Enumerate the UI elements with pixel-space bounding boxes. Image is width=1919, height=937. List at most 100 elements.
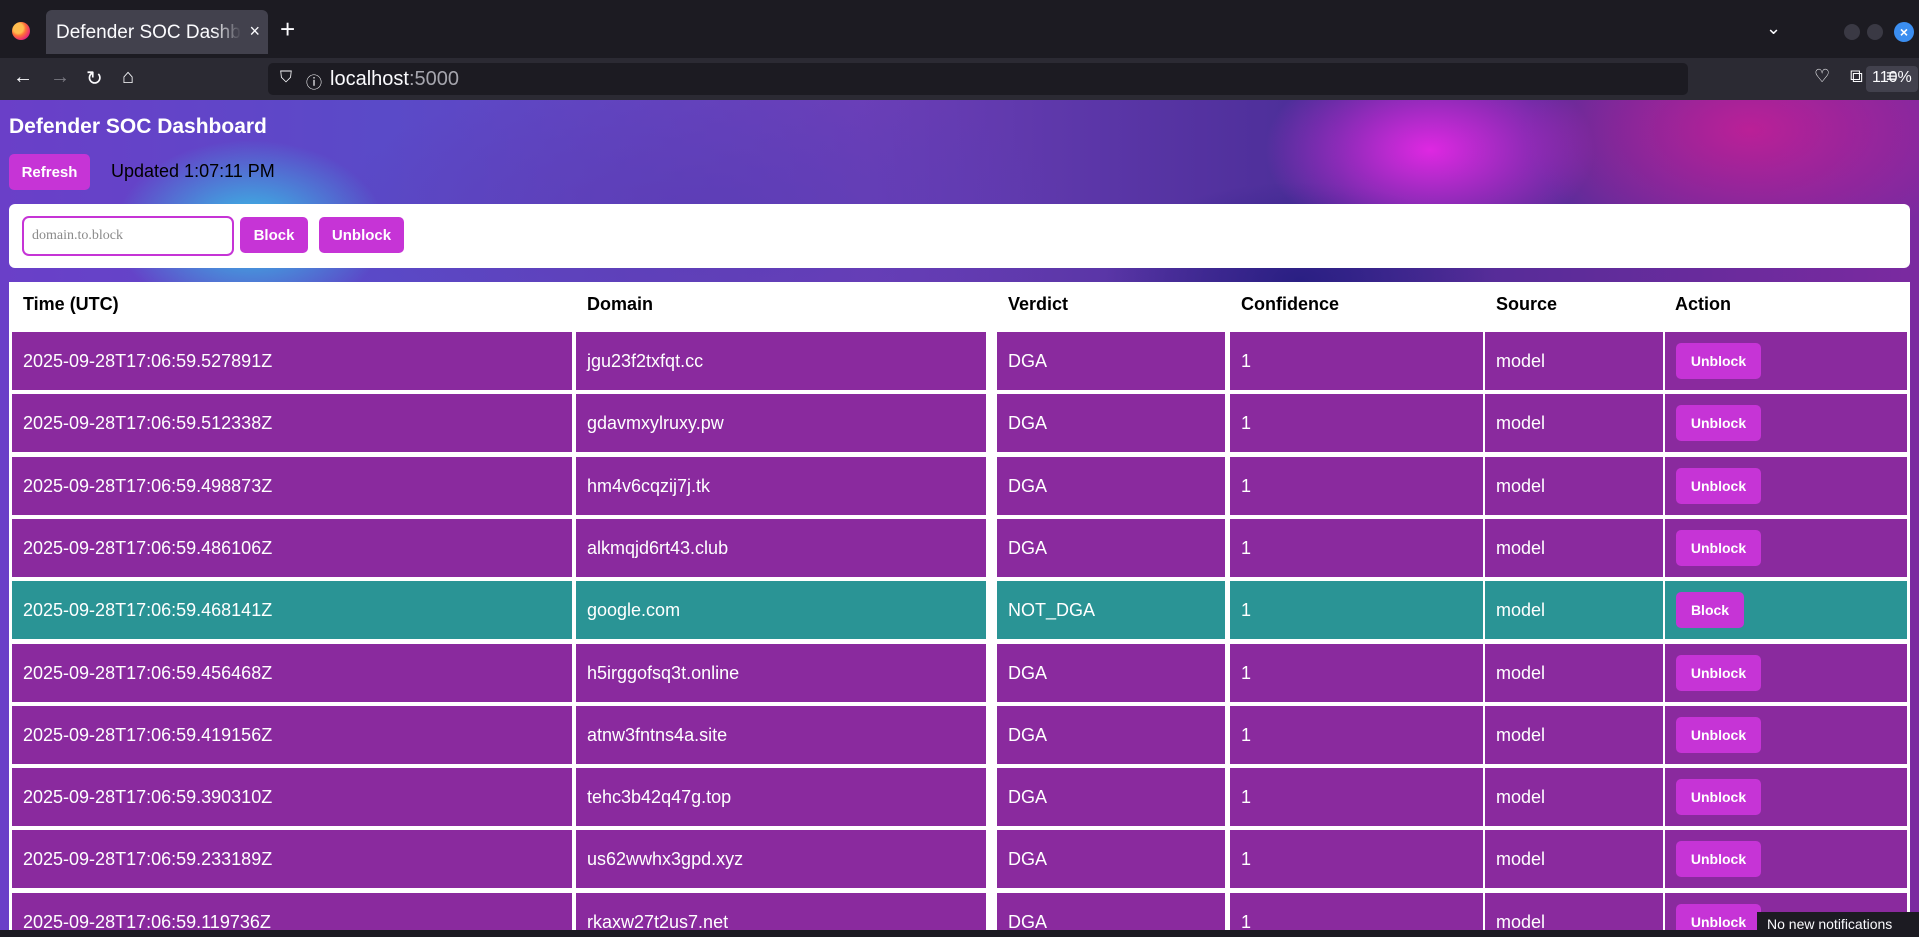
cell-time: 2025-09-28T17:06:59.456468Z [12,643,572,702]
app-menu-icon[interactable]: ≡ [1886,66,1897,87]
cell-time-text: 2025-09-28T17:06:59.119736Z [23,911,271,930]
cell-source: model [1485,643,1663,702]
cell-source: model [1485,518,1663,577]
row-unblock-button[interactable]: Unblock [1676,841,1761,878]
tab-close-icon[interactable]: × [249,21,260,42]
cell-domain-text: hm4v6cqzij7j.tk [587,475,711,496]
tracking-protection-shield-icon[interactable]: ⛉ [280,69,292,87]
cell-source: model [1485,581,1663,640]
minimize-window-icon[interactable] [1844,24,1860,40]
cell-time: 2025-09-28T17:06:59.498873Z [12,456,572,515]
unblock-button[interactable]: Unblock [319,217,404,253]
table-row: 2025-09-28T17:06:59.419156Z atnw3fntns4a.… [9,705,1910,764]
cell-source-text: model [1496,475,1546,496]
header-confidence: Confidence [1241,294,1340,314]
cell-action: Unblock [1665,705,1907,764]
cell-source-text: model [1496,911,1546,930]
browser-tab[interactable]: Defender SOC Dashboard × [46,10,268,54]
row-unblock-button[interactable]: Unblock [1676,529,1761,566]
cell-domain-text: h5irggofsq3t.online [587,662,740,683]
cell-source-text: model [1496,600,1546,621]
cell-domain: alkmqjd6rt43.club [576,518,986,577]
row-unblock-button[interactable]: Unblock [1676,467,1761,504]
list-all-tabs-icon[interactable]: ⌄ [1766,18,1781,39]
row-unblock-button[interactable]: Unblock [1676,903,1761,930]
table-row: 2025-09-28T17:06:59.456468Z h5irggofsq3t.… [9,643,1910,702]
close-window-icon[interactable]: × [1894,22,1914,42]
cell-time-text: 2025-09-28T17:06:59.456468Z [23,662,273,683]
cell-confidence: 1 [1230,456,1483,515]
cell-confidence-text: 1 [1241,724,1252,745]
cell-domain: tehc3b42q47g.top [576,768,986,827]
cell-confidence-text: 1 [1241,537,1252,558]
url-text[interactable]: localhost:5000 [330,68,459,91]
maximize-window-icon[interactable] [1867,24,1883,40]
cell-domain: gdavmxylruxy.pw [576,394,986,453]
cell-time: 2025-09-28T17:06:59.468141Z [12,581,572,640]
domain-input[interactable] [22,216,234,256]
header-domain: Domain [587,294,654,314]
row-unblock-button[interactable]: Unblock [1676,405,1761,442]
header-verdict: Verdict [1008,294,1069,314]
cell-source-text: model [1496,413,1546,434]
cell-confidence-text: 1 [1241,849,1252,870]
cell-time: 2025-09-28T17:06:59.527891Z [12,332,572,390]
row-unblock-button[interactable]: Unblock [1676,654,1761,691]
url-bar[interactable]: ⛉ ⓘ localhost:5000 110% ☆ [268,63,1918,95]
cell-action: Unblock [1665,768,1907,827]
row-unblock-button[interactable]: Unblock [1676,343,1761,379]
cell-source-text: model [1496,787,1546,808]
pocket-icon[interactable]: ♡ [1814,66,1830,87]
row-unblock-button[interactable]: Unblock [1676,779,1761,816]
cell-verdict-text: DGA [1008,537,1048,558]
new-tab-icon[interactable]: + [280,16,295,42]
block-button[interactable]: Block [240,217,308,253]
site-info-icon[interactable]: ⓘ [306,69,322,93]
url-host: localhost [330,68,409,90]
cell-action: Unblock [1665,456,1907,515]
cell-domain-text: google.com [587,600,681,621]
cell-time-text: 2025-09-28T17:06:59.468141Z [23,600,273,621]
cell-verdict-text: DGA [1008,662,1048,683]
row-block-button[interactable]: Block [1676,592,1744,629]
table-row: 2025-09-28T17:06:59.512338Z gdavmxylruxy.… [9,394,1910,453]
cell-confidence-text: 1 [1241,475,1252,496]
cell-confidence: 1 [1230,394,1483,453]
cell-verdict-text: DGA [1008,911,1048,930]
cell-confidence: 1 [1230,892,1483,930]
cell-domain: jgu23f2txfqt.cc [576,332,986,390]
cell-confidence-text: 1 [1241,662,1252,683]
page-title: Defender SOC Dashboard [9,115,267,138]
cell-confidence: 1 [1230,643,1483,702]
back-icon[interactable]: ← [13,66,33,89]
table-row: 2025-09-28T17:06:59.486106Z alkmqjd6rt43.… [9,518,1910,577]
cell-source: model [1485,892,1663,930]
cell-confidence-text: 1 [1241,911,1252,930]
cell-confidence-text: 1 [1241,600,1252,621]
extensions-icon[interactable]: ⧉ [1850,66,1863,87]
row-unblock-button[interactable]: Unblock [1676,716,1761,753]
detections-table: Time (UTC) Domain Verdict Confidence Sou… [9,282,1910,930]
cell-verdict: DGA [997,456,1225,515]
cell-time-text: 2025-09-28T17:06:59.486106Z [23,537,273,558]
forward-icon[interactable]: → [50,66,70,89]
header-time: Time (UTC) [23,294,119,314]
table-row: 2025-09-28T17:06:59.468141Z google.com NOT… [9,581,1910,640]
cell-confidence: 1 [1230,332,1483,390]
tab-title: Defender SOC Dashboard [56,22,241,43]
refresh-button[interactable]: Refresh [9,154,90,190]
cell-time-text: 2025-09-28T17:06:59.390310Z [23,787,273,808]
cell-verdict-text: DGA [1008,351,1048,371]
cell-verdict-text: DGA [1008,849,1048,870]
cell-action: Unblock [1665,830,1907,889]
cell-confidence: 1 [1230,768,1483,827]
cell-time: 2025-09-28T17:06:59.390310Z [12,768,572,827]
cell-verdict: DGA [997,518,1225,577]
cell-action: Unblock [1665,332,1907,390]
home-icon[interactable]: ⌂ [122,66,134,89]
cell-domain: h5irggofsq3t.online [576,643,986,702]
reload-icon[interactable]: ↻ [86,66,103,91]
cell-verdict-text: DGA [1008,724,1048,745]
cell-source: model [1485,332,1663,390]
cell-time: 2025-09-28T17:06:59.486106Z [12,518,572,577]
